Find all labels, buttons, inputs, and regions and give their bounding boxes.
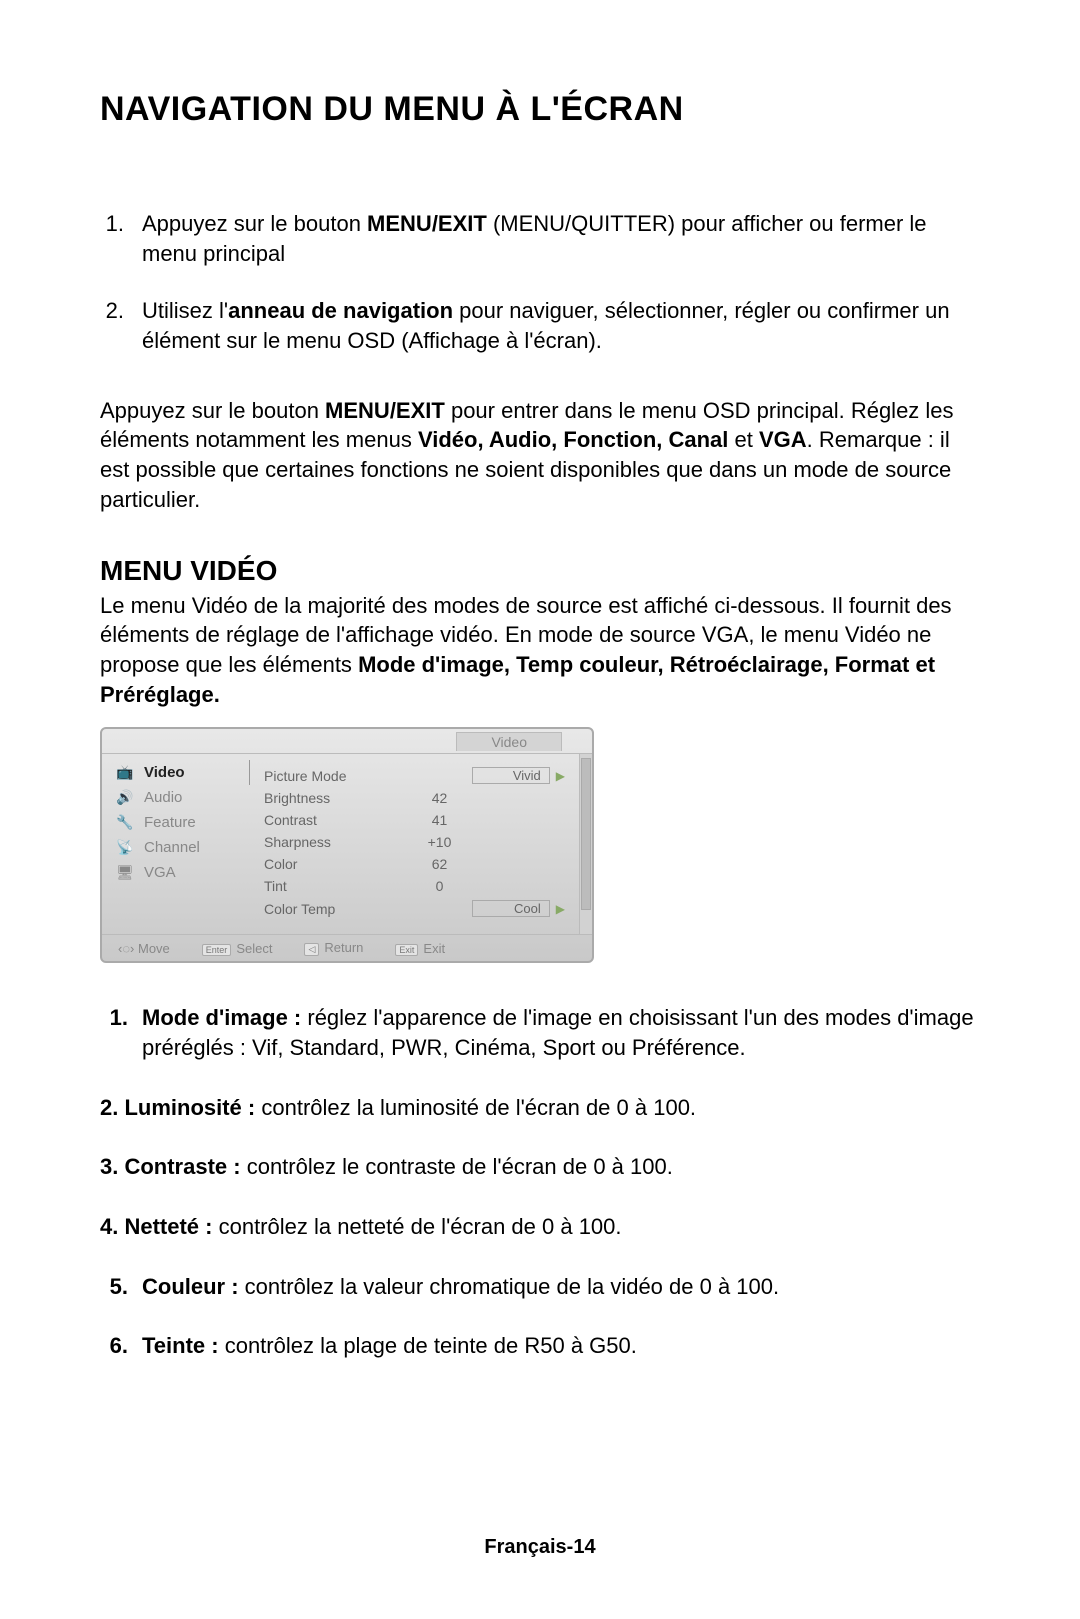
osd-setting-value: 0 [394, 878, 485, 894]
osd-setting-value: +10 [394, 834, 485, 850]
osd-setting-row[interactable]: Color62 [264, 853, 565, 875]
step-number: 1. [100, 209, 124, 268]
osd-scrollbar[interactable] [579, 754, 592, 934]
osd-header: Video [102, 729, 592, 754]
osd-tab-audio[interactable]: 🔊 Audio [102, 785, 250, 810]
page-number: Français-14 [0, 1536, 1080, 1559]
osd-footer: ‹◌› Move EnterSelect ◁Return ExitExit [102, 934, 592, 961]
osd-setting-label: Contrast [264, 812, 394, 828]
osd-setting-label: Picture Mode [264, 768, 394, 784]
osd-breadcrumb: Video [456, 732, 562, 751]
chevron-right-icon: ▶ [556, 902, 565, 916]
step-number: 2. [100, 296, 124, 355]
osd-setting-row[interactable]: Picture Mode Vivid ▶ [264, 764, 565, 787]
osd-setting-value: 41 [394, 812, 485, 828]
dish-icon: 📡 [116, 839, 134, 856]
definition-number: 6. [100, 1331, 128, 1361]
definition-item: 2. Luminosité : contrôlez la luminosité … [100, 1093, 980, 1123]
definition-item: 4. Netteté : contrôlez la netteté de l'é… [100, 1212, 980, 1242]
osd-setting-label: Color [264, 856, 394, 872]
osd-setting-label: Tint [264, 878, 394, 894]
osd-hint-move: ‹◌› Move [118, 941, 170, 956]
definition-text: Teinte : contrôlez la plage de teinte de… [142, 1331, 980, 1361]
osd-setting-row[interactable]: Color Temp Cool ▶ [264, 897, 565, 920]
step-text: Appuyez sur le bouton MENU/EXIT (MENU/QU… [142, 209, 980, 268]
osd-hint-exit: ExitExit [395, 941, 445, 956]
osd-setting-value: 62 [394, 856, 485, 872]
definition-item: 6. Teinte : contrôlez la plage de teinte … [100, 1331, 980, 1361]
definition-text: Mode d'image : réglez l'apparence de l'i… [142, 1003, 980, 1062]
osd-hint-select: EnterSelect [202, 941, 273, 956]
osd-setting-label: Brightness [264, 790, 394, 806]
osd-tab-video[interactable]: 📺 Video [102, 760, 250, 785]
osd-screenshot: Video 📺 Video 🔊 Audio 🔧 Feature 📡 Channel 🖥 VGA P… [100, 727, 594, 963]
osd-scroll-thumb[interactable] [581, 758, 591, 910]
osd-tabs: 📺 Video 🔊 Audio 🔧 Feature 📡 Channel 🖥 VGA [102, 754, 250, 934]
step-text: Utilisez l'anneau de navigation pour nav… [142, 296, 980, 355]
definition-item: 1.Mode d'image : réglez l'apparence de l… [100, 1003, 980, 1062]
osd-tab-label: VGA [144, 864, 176, 881]
osd-setting-row[interactable]: Sharpness+10 [264, 831, 565, 853]
monitor-icon: 🖥 [116, 864, 134, 881]
osd-setting-value: 42 [394, 790, 485, 806]
definition-number: 1. [100, 1003, 128, 1062]
osd-setting-row[interactable]: Contrast41 [264, 809, 565, 831]
definitions-list: 1.Mode d'image : réglez l'apparence de l… [100, 1003, 980, 1361]
intro-steps: 1. Appuyez sur le bouton MENU/EXIT (MENU… [100, 209, 980, 356]
osd-tab-vga[interactable]: 🖥 VGA [102, 860, 250, 885]
osd-tab-feature[interactable]: 🔧 Feature [102, 810, 250, 835]
osd-setting-value[interactable]: Vivid [472, 767, 550, 784]
chevron-right-icon: ▶ [556, 769, 565, 783]
osd-settings: Picture ModeVivid▶Brightness42Contrast41… [250, 754, 579, 934]
osd-setting-label: Color Temp [264, 901, 394, 917]
osd-setting-value[interactable]: Cool [472, 900, 550, 917]
definition-number: 5. [100, 1272, 128, 1302]
osd-setting-label: Sharpness [264, 834, 394, 850]
definition-text: Couleur : contrôlez la valeur chromatiqu… [142, 1272, 980, 1302]
wrench-icon: 🔧 [116, 814, 134, 831]
osd-tab-label: Audio [144, 789, 182, 806]
osd-tab-channel[interactable]: 📡 Channel [102, 835, 250, 860]
osd-hint-return: ◁Return [304, 940, 363, 956]
intro-step: 1. Appuyez sur le bouton MENU/EXIT (MENU… [100, 209, 980, 268]
osd-tab-label: Channel [144, 839, 200, 856]
osd-setting-row[interactable]: Brightness42 [264, 787, 565, 809]
tv-icon: 📺 [116, 764, 134, 781]
osd-tab-label: Feature [144, 814, 196, 831]
page-title: NAVIGATION DU MENU À L'ÉCRAN [100, 90, 980, 129]
document-page: NAVIGATION DU MENU À L'ÉCRAN 1. Appuyez … [0, 0, 1080, 1619]
osd-note: Appuyez sur le bouton MENU/EXIT pour ent… [100, 396, 980, 515]
osd-setting-row[interactable]: Tint0 [264, 875, 565, 897]
osd-tab-label: Video [144, 764, 185, 781]
definition-item: 3. Contraste : contrôlez le contraste de… [100, 1152, 980, 1182]
section-intro: Le menu Vidéo de la majorité des modes d… [100, 591, 980, 710]
section-heading: MENU VIDÉO [100, 555, 980, 587]
definition-item: 5. Couleur : contrôlez la valeur chromati… [100, 1272, 980, 1302]
speaker-icon: 🔊 [116, 789, 134, 806]
intro-step: 2. Utilisez l'anneau de navigation pour … [100, 296, 980, 355]
